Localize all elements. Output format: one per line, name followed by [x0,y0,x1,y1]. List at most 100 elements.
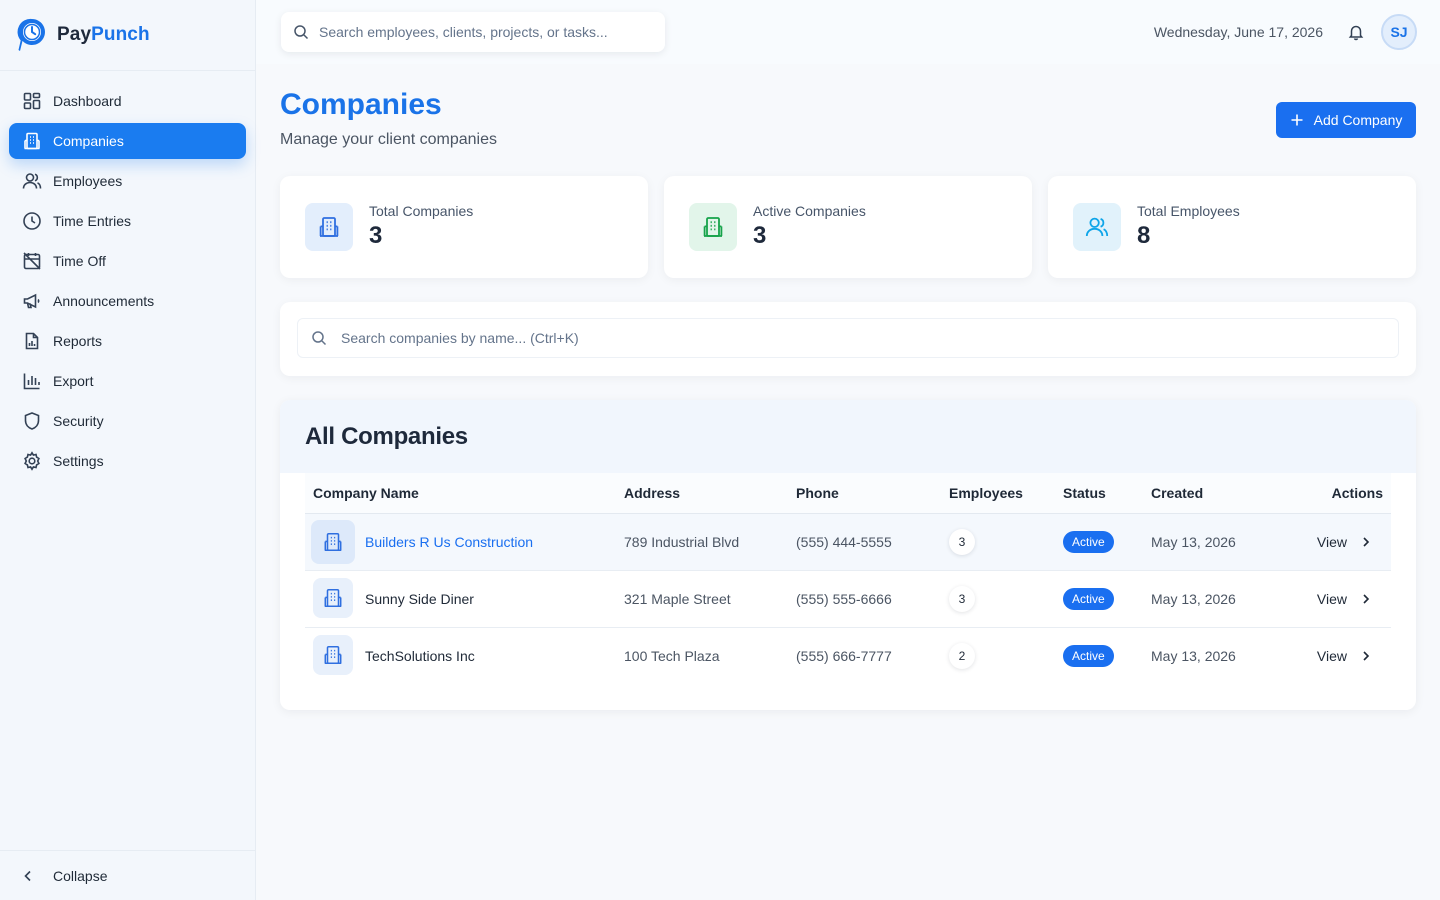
brand[interactable]: PayPunch [0,0,255,71]
company-search-input[interactable] [341,330,1341,346]
company-address: 100 Tech Plaza [624,648,720,664]
search-icon [294,25,309,40]
chevron-right-icon [1363,594,1370,604]
sidebar-item-export[interactable]: Export [9,363,246,399]
bar-chart-icon [23,373,40,390]
building-icon [703,217,723,237]
companies-table-card: All Companies Company Name Address Phone… [280,400,1416,710]
stat-label: Total Employees [1137,203,1240,219]
company-address: 321 Maple Street [624,591,731,607]
user-avatar[interactable]: SJ [1381,14,1417,50]
status-badge: Active [1063,588,1114,610]
sidebar-item-announcements[interactable]: Announcements [9,283,246,319]
chevron-right-icon [1363,651,1370,661]
add-company-label: Add Company [1313,112,1403,128]
global-search-input[interactable] [319,24,649,40]
view-button[interactable]: View [1317,648,1373,664]
building-icon [24,132,40,150]
column-header-phone: Phone [796,485,839,501]
sidebar-item-label: Time Off [53,253,106,269]
users-icon [1085,217,1109,237]
stats-row: Total Companies 3 Active Companies 3 Tot… [280,176,1416,278]
sidebar-nav: Dashboard Companies Employees Time Entri… [0,71,255,479]
sidebar-item-settings[interactable]: Settings [9,443,246,479]
add-company-button[interactable]: Add Company [1276,102,1416,138]
collapse-button[interactable]: Collapse [0,850,256,900]
stat-icon-wrapper [1073,203,1121,251]
gear-icon [24,451,40,471]
column-header-status: Status [1063,485,1106,501]
bell-icon[interactable] [1347,23,1365,41]
created-date: May 13, 2026 [1151,591,1236,607]
employee-count-badge: 3 [949,529,975,555]
sidebar-item-label: Reports [53,333,103,349]
stat-icon-wrapper [689,203,737,251]
dashboard-icon [23,92,41,110]
sidebar-item-dashboard[interactable]: Dashboard [9,83,246,119]
company-search-card [280,302,1416,376]
company-phone: (555) 666-7777 [796,648,892,664]
sidebar-item-label: Security [53,413,104,429]
company-search[interactable] [297,318,1399,358]
stat-card-active-companies: Active Companies 3 [664,176,1032,278]
search-icon [312,331,327,346]
shield-icon [24,412,40,430]
stat-card-total-employees: Total Employees 8 [1048,176,1416,278]
column-header-actions: Actions [1331,485,1383,501]
sidebar-item-companies[interactable]: Companies [9,123,246,159]
table-title: All Companies [305,422,468,450]
collapse-label: Collapse [53,867,108,884]
global-search[interactable] [281,12,665,52]
table-row[interactable]: Sunny Side Diner 321 Maple Street (555) … [305,571,1391,628]
brand-name: PayPunch [57,24,150,46]
clock-icon [23,212,41,230]
column-header-company-name: Company Name [313,485,419,501]
calendar-off-icon [23,252,41,270]
users-icon [22,173,42,189]
company-icon-wrapper [313,635,353,675]
building-icon [324,532,342,552]
stat-label: Total Companies [369,203,474,219]
company-name-link[interactable]: Builders R Us Construction [365,534,533,550]
sidebar-item-label: Employees [53,173,123,189]
plus-icon [1291,114,1303,126]
sidebar-item-security[interactable]: Security [9,403,246,439]
sidebar-item-label: Announcements [53,293,155,309]
sidebar-item-label: Settings [53,453,104,469]
view-button[interactable]: View [1317,591,1373,607]
company-phone: (555) 555-6666 [796,591,892,607]
company-name-link[interactable]: Sunny Side Diner [365,591,474,607]
stat-label: Active Companies [753,203,866,219]
view-button[interactable]: View [1317,534,1373,550]
brand-name-pay: Pay [57,24,92,45]
view-label: View [1316,591,1347,607]
chevron-left-icon [24,870,31,881]
company-name-link[interactable]: TechSolutions Inc [365,648,475,664]
page-title: Companies [280,88,442,121]
sidebar-item-reports[interactable]: Reports [9,323,246,359]
companies-table: Company Name Address Phone Employees Sta… [305,473,1391,685]
sidebar: PayPunch Dashboard Companies Employees T… [0,0,256,900]
table-row[interactable]: TechSolutions Inc 100 Tech Plaza (555) 6… [305,628,1391,685]
current-date: Wednesday, June 17, 2026 [1153,24,1323,40]
building-icon [324,645,342,665]
view-label: View [1316,648,1347,664]
chevron-right-icon [1363,537,1370,547]
column-header-created: Created [1151,485,1204,501]
megaphone-icon [23,293,40,309]
building-icon [324,588,342,608]
building-icon [319,217,339,237]
sidebar-item-employees[interactable]: Employees [9,163,246,199]
status-badge: Active [1063,645,1114,667]
sidebar-item-time-off[interactable]: Time Off [9,243,246,279]
column-header-employees: Employees [949,485,1023,501]
employee-count-badge: 3 [949,586,975,612]
sidebar-item-label: Dashboard [53,93,122,109]
stat-value: 3 [753,222,767,249]
sidebar-item-time-entries[interactable]: Time Entries [9,203,246,239]
company-phone: (555) 444-5555 [796,534,892,550]
stat-value: 3 [369,222,383,249]
column-header-address: Address [624,485,681,501]
table-row[interactable]: Builders R Us Construction 789 Industria… [305,514,1391,571]
sidebar-item-label: Companies [53,133,124,149]
